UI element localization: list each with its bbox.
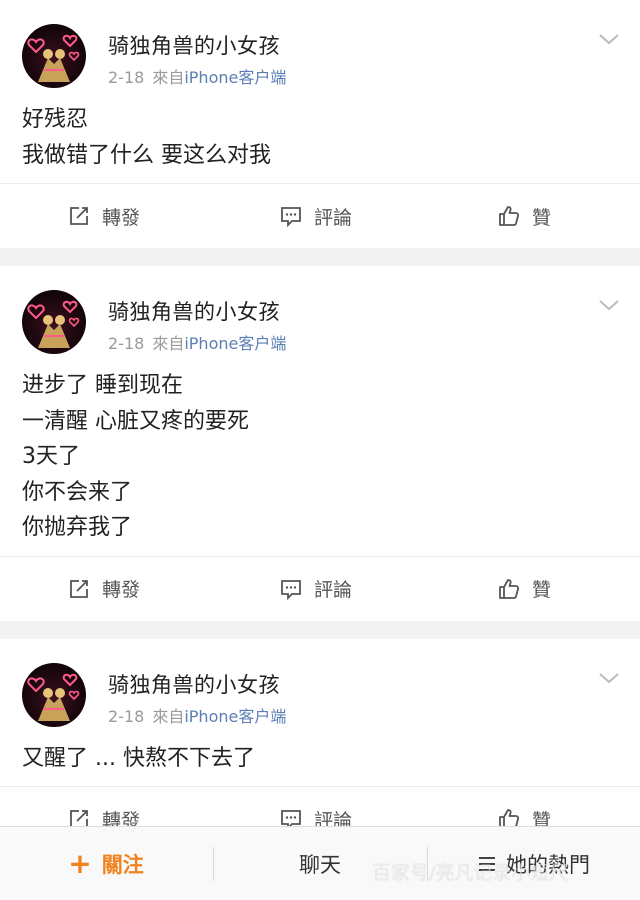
post-date: 2-18 bbox=[108, 68, 145, 87]
avatar[interactable] bbox=[22, 662, 86, 727]
post-line: 又醒了 ... 快熬不下去了 bbox=[22, 745, 255, 771]
comment-label: 評論 bbox=[314, 579, 353, 601]
avatar-hearts-icon bbox=[27, 34, 80, 82]
like-label: 贊 bbox=[532, 206, 552, 229]
like-button[interactable]: 贊 bbox=[498, 184, 551, 248]
avatar[interactable] bbox=[22, 24, 86, 88]
post-source: 來自iPhone客户端 bbox=[152, 334, 286, 353]
post-meta: 2-18 來自iPhone客户端 bbox=[108, 64, 286, 88]
watermark: 百家号/亮凡记录小短尺 bbox=[372, 862, 569, 884]
plus-icon: + bbox=[68, 847, 92, 880]
post-actions: 轉發 評論 贊 bbox=[0, 555, 640, 621]
like-label: 贊 bbox=[532, 579, 552, 601]
chevron-down-icon[interactable] bbox=[598, 32, 620, 46]
post-header: 骑独角兽的小女孩 2-18 來自iPhone客户端 bbox=[0, 639, 640, 735]
post-source-via: 來自 bbox=[152, 68, 185, 87]
chevron-down-icon[interactable] bbox=[598, 671, 620, 685]
comment-button[interactable]: 評論 bbox=[280, 184, 352, 248]
repost-icon bbox=[70, 579, 88, 598]
username[interactable]: 骑独角兽的小女孩 bbox=[108, 669, 280, 699]
comment-button[interactable]: 評論 bbox=[280, 557, 352, 621]
post-source-via: 來自 bbox=[152, 334, 185, 353]
post-content: 好残忍 我做错了什么 要这么对我 bbox=[0, 96, 640, 183]
follow-label: 關注 bbox=[101, 852, 144, 877]
avatar[interactable] bbox=[22, 290, 86, 354]
chat-label: 聊天 bbox=[299, 852, 341, 877]
post-source: 來自iPhone客户端 bbox=[152, 707, 286, 726]
repost-label: 轉發 bbox=[102, 579, 141, 601]
comment-icon bbox=[281, 207, 301, 227]
thumbs-up-icon bbox=[499, 206, 520, 226]
post-meta: 2-18 來自iPhone客户端 bbox=[108, 330, 286, 354]
post: 骑独角兽的小女孩 2-18 來自iPhone客户端 好残忍 我做错了什么 要这么对… bbox=[0, 0, 640, 248]
post-actions: 轉發 評論 贊 bbox=[0, 183, 640, 248]
repost-button[interactable]: 轉發 bbox=[68, 557, 140, 621]
repost-label: 轉發 bbox=[102, 206, 141, 229]
avatar-hearts-icon bbox=[27, 300, 80, 348]
post-source-client[interactable]: iPhone客户端 bbox=[184, 707, 286, 726]
like-button[interactable]: 贊 bbox=[498, 557, 551, 621]
post-line: 进步了 睡到现在 bbox=[22, 373, 183, 398]
follow-button[interactable]: + 關注 bbox=[0, 827, 212, 900]
post: 骑独角兽的小女孩 2-18 來自iPhone客户端 又醒了 ... 快熬不下去了 … bbox=[0, 638, 640, 851]
post-date: 2-18 bbox=[108, 334, 145, 353]
post-content: 又醒了 ... 快熬不下去了 bbox=[0, 735, 640, 787]
post-date: 2-18 bbox=[108, 706, 145, 726]
post-line: 3天了 bbox=[22, 444, 80, 469]
post-source-client[interactable]: iPhone客户端 bbox=[184, 334, 286, 353]
post-line: 好残忍 bbox=[22, 107, 89, 132]
post: 骑独角兽的小女孩 2-18 來自iPhone客户端 进步了 睡到现在 一清醒 心脏… bbox=[0, 266, 640, 621]
username[interactable]: 骑独角兽的小女孩 bbox=[108, 30, 280, 60]
post-content: 进步了 睡到现在 一清醒 心脏又疼的要死 3天了 你不会来了 你抛弃我了 bbox=[0, 362, 640, 556]
thumbs-up-icon bbox=[499, 578, 520, 599]
repost-button[interactable]: 轉發 bbox=[68, 184, 140, 248]
username[interactable]: 骑独角兽的小女孩 bbox=[108, 296, 280, 326]
post-line: 一清醒 心脏又疼的要死 bbox=[22, 408, 249, 434]
post-meta: 2-18 來自iPhone客户端 bbox=[108, 703, 286, 727]
post-header: 骑独角兽的小女孩 2-18 來自iPhone客户端 bbox=[0, 266, 640, 362]
post-line: 你抛弃我了 bbox=[22, 515, 133, 540]
post-source-via: 來自 bbox=[152, 706, 185, 726]
post-source-client[interactable]: iPhone客户端 bbox=[184, 68, 286, 87]
comment-icon bbox=[281, 579, 301, 600]
repost-icon bbox=[70, 207, 88, 225]
post-line: 你不会来了 bbox=[22, 479, 133, 505]
avatar-hearts-icon bbox=[27, 673, 80, 721]
comment-label: 評論 bbox=[314, 206, 353, 229]
post-header: 骑独角兽的小女孩 2-18 來自iPhone客户端 bbox=[0, 0, 640, 96]
feed: 骑独角兽的小女孩 2-18 來自iPhone客户端 好残忍 我做错了什么 要这么对… bbox=[0, 0, 640, 851]
chevron-down-icon[interactable] bbox=[598, 298, 620, 312]
post-line: 我做错了什么 要这么对我 bbox=[22, 142, 271, 168]
post-source: 來自iPhone客户端 bbox=[152, 68, 286, 87]
